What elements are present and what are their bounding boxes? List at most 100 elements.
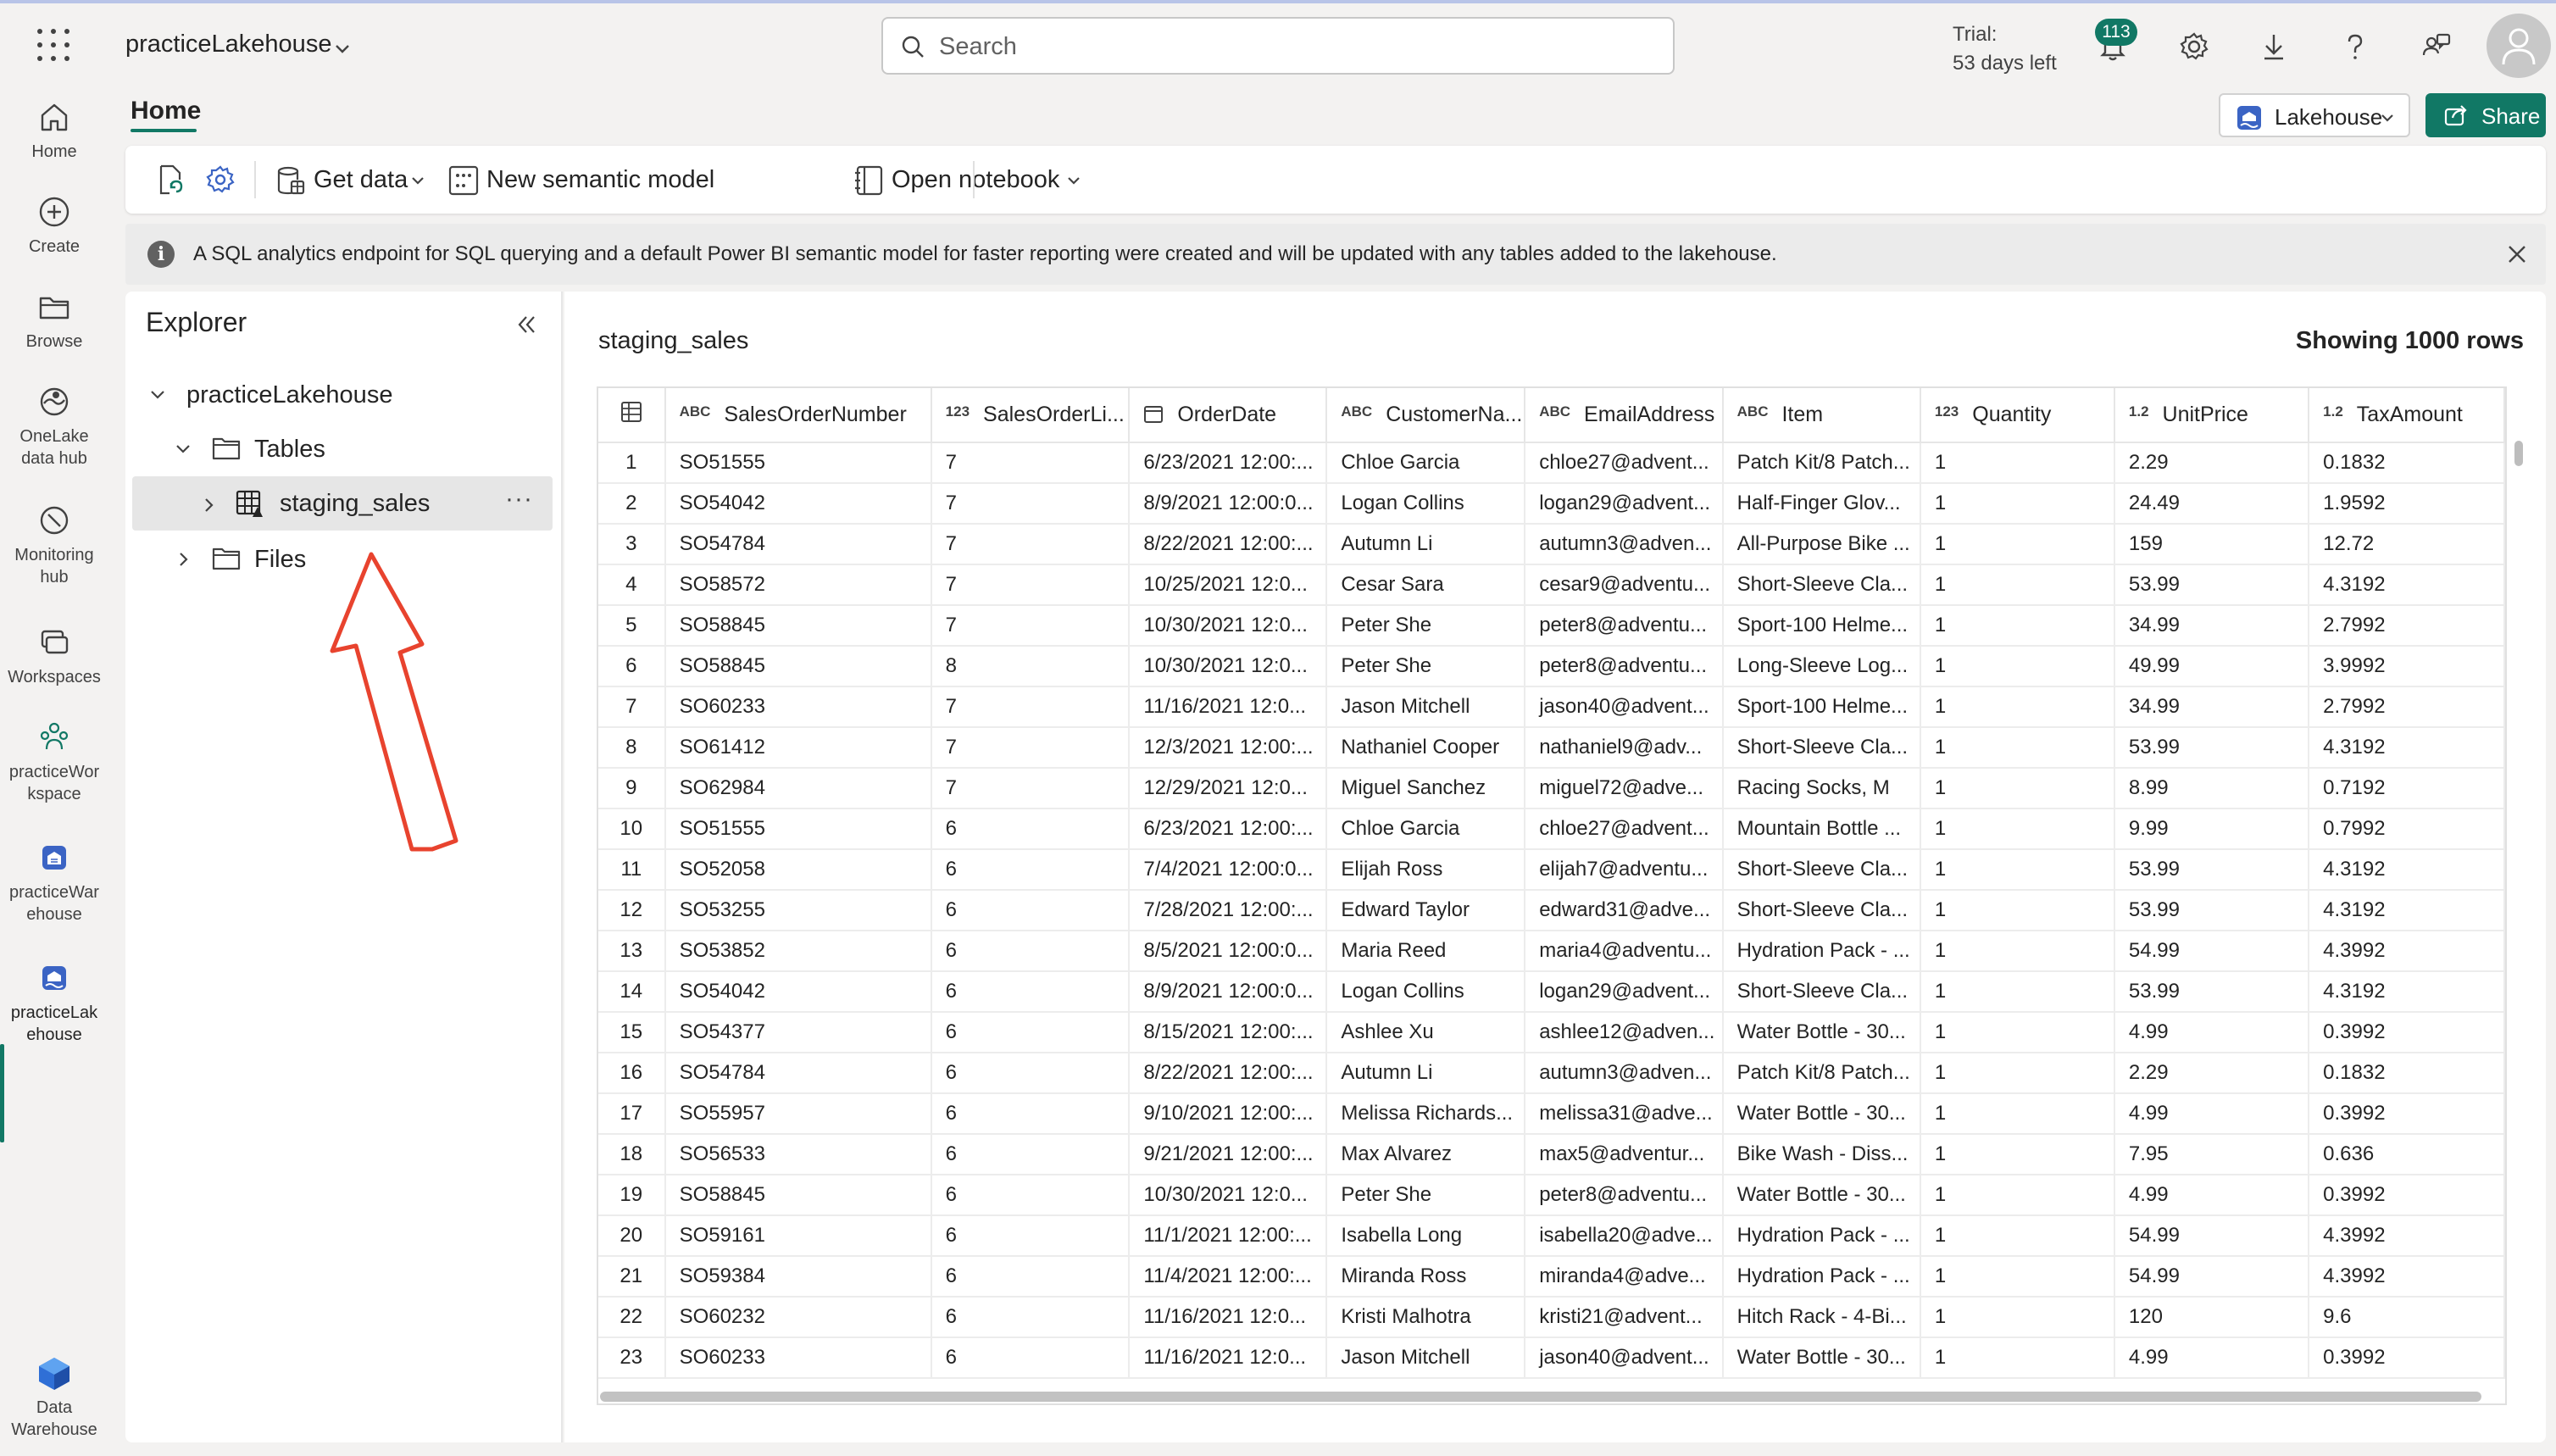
- table-cell[interactable]: 9/10/2021 12:00:...: [1129, 1093, 1328, 1135]
- table-cell[interactable]: Ashlee Xu: [1326, 1012, 1526, 1053]
- row-index[interactable]: 21: [598, 1256, 666, 1298]
- table-cell[interactable]: 8: [931, 646, 1131, 687]
- table-cell[interactable]: 10/30/2021 12:0...: [1129, 605, 1328, 647]
- table-cell[interactable]: 6: [931, 1012, 1131, 1053]
- table-cell[interactable]: Short-Sleeve Cla...: [1722, 890, 1921, 931]
- table-cell[interactable]: peter8@adventu...: [1525, 646, 1724, 687]
- table-cell[interactable]: 1: [1920, 524, 2115, 565]
- table-cell[interactable]: 1: [1920, 1175, 2115, 1216]
- table-cell[interactable]: Water Bottle - 30...: [1722, 1337, 1921, 1379]
- table-cell[interactable]: Hydration Pack - ...: [1722, 1215, 1921, 1257]
- table-cell[interactable]: Patch Kit/8 Patch...: [1722, 442, 1921, 484]
- table-cell[interactable]: 8/5/2021 12:00:0...: [1129, 931, 1328, 972]
- table-cell[interactable]: miranda4@adve...: [1525, 1256, 1724, 1298]
- get-data-button[interactable]: Get data: [275, 163, 429, 197]
- column-header[interactable]: ABC Item: [1722, 388, 1921, 443]
- table-cell[interactable]: 10/30/2021 12:0...: [1129, 646, 1328, 687]
- row-index[interactable]: 18: [598, 1134, 666, 1175]
- table-cell[interactable]: 1: [1920, 1134, 2115, 1175]
- table-cell[interactable]: SO62984: [664, 768, 932, 809]
- row-index[interactable]: 3: [598, 524, 666, 565]
- table-cell[interactable]: 53.99: [2114, 727, 2310, 769]
- horizontal-scrollbar[interactable]: [600, 1387, 2481, 1403]
- table-cell[interactable]: 6: [931, 849, 1131, 891]
- table-cell[interactable]: SO58845: [664, 646, 932, 687]
- table-cell[interactable]: 1: [1920, 1093, 2115, 1135]
- table-cell[interactable]: 6: [931, 1134, 1131, 1175]
- table-cell[interactable]: 53.99: [2114, 890, 2310, 931]
- table-cell[interactable]: 1: [1920, 849, 2115, 891]
- close-icon[interactable]: [2505, 242, 2529, 266]
- chevron-right-icon[interactable]: [173, 549, 193, 570]
- row-index[interactable]: 6: [598, 646, 666, 687]
- table-cell[interactable]: Long-Sleeve Log...: [1722, 646, 1921, 687]
- table-cell[interactable]: 4.99: [2114, 1093, 2310, 1135]
- table-cell[interactable]: 7: [931, 605, 1131, 647]
- chevron-down-icon[interactable]: [147, 385, 168, 405]
- row-index[interactable]: 9: [598, 768, 666, 809]
- table-cell[interactable]: 11/4/2021 12:00:...: [1129, 1256, 1328, 1298]
- table-cell[interactable]: SO60233: [664, 686, 932, 728]
- table-cell[interactable]: Nathaniel Cooper: [1326, 727, 1526, 769]
- table-cell[interactable]: 6: [931, 1093, 1131, 1135]
- table-row[interactable]: 9 SO62984 7 12/29/2021 12:0... Miguel Sanche…: [598, 768, 2505, 809]
- table-cell[interactable]: 4.3192: [2309, 564, 2505, 606]
- table-cell[interactable]: SO54784: [664, 1053, 932, 1094]
- table-cell[interactable]: Autumn Li: [1326, 524, 1526, 565]
- table-cell[interactable]: Peter She: [1326, 605, 1526, 647]
- table-cell[interactable]: All-Purpose Bike ...: [1722, 524, 1921, 565]
- table-cell[interactable]: Hitch Rack - 4-Bi...: [1722, 1297, 1921, 1338]
- download-icon[interactable]: [2254, 27, 2293, 66]
- table-cell[interactable]: 7: [931, 564, 1131, 606]
- table-cell[interactable]: Miranda Ross: [1326, 1256, 1526, 1298]
- table-cell[interactable]: 8/9/2021 12:00:0...: [1129, 971, 1328, 1013]
- table-row[interactable]: 20 SO59161 6 11/1/2021 12:00:... Isabella Lo…: [598, 1215, 2505, 1257]
- column-header[interactable]: 123 Quantity: [1920, 388, 2115, 443]
- table-cell[interactable]: 11/16/2021 12:0...: [1129, 686, 1328, 728]
- row-index[interactable]: 23: [598, 1337, 666, 1379]
- table-cell[interactable]: 1: [1920, 564, 2115, 606]
- table-cell[interactable]: cesar9@adventu...: [1525, 564, 1724, 606]
- table-cell[interactable]: 6: [931, 1297, 1131, 1338]
- table-cell[interactable]: Chloe Garcia: [1326, 442, 1526, 484]
- table-cell[interactable]: SO60232: [664, 1297, 932, 1338]
- table-cell[interactable]: chloe27@advent...: [1525, 442, 1724, 484]
- table-cell[interactable]: 8/15/2021 12:00:...: [1129, 1012, 1328, 1053]
- table-cell[interactable]: 1: [1920, 931, 2115, 972]
- table-cell[interactable]: Half-Finger Glov...: [1722, 483, 1921, 525]
- table-cell[interactable]: 4.3992: [2309, 1256, 2505, 1298]
- table-cell[interactable]: 4.3192: [2309, 971, 2505, 1013]
- table-row[interactable]: 19 SO58845 6 10/30/2021 12:0... Peter She pet…: [598, 1175, 2505, 1216]
- table-cell[interactable]: 54.99: [2114, 931, 2310, 972]
- nav-data-warehouse[interactable]: Data Warehouse: [0, 1354, 108, 1441]
- settings-gear-icon[interactable]: [203, 163, 237, 197]
- table-cell[interactable]: 7: [931, 768, 1131, 809]
- table-cell[interactable]: SO58572: [664, 564, 932, 606]
- column-header[interactable]: 1.2 UnitPrice: [2114, 388, 2310, 443]
- table-row[interactable]: 7 SO60233 7 11/16/2021 12:0... Jason Mitchel…: [598, 686, 2505, 728]
- table-cell[interactable]: 6: [931, 1215, 1131, 1257]
- table-cell[interactable]: 9.99: [2114, 809, 2310, 850]
- table-row[interactable]: 16 SO54784 6 8/22/2021 12:00:... Autumn Li au…: [598, 1053, 2505, 1094]
- table-cell[interactable]: Water Bottle - 30...: [1722, 1093, 1921, 1135]
- row-index[interactable]: 7: [598, 686, 666, 728]
- help-icon[interactable]: [2336, 27, 2375, 66]
- table-cell[interactable]: 1: [1920, 1256, 2115, 1298]
- table-cell[interactable]: 1: [1920, 1215, 2115, 1257]
- table-cell[interactable]: 7.95: [2114, 1134, 2310, 1175]
- table-cell[interactable]: SO51555: [664, 809, 932, 850]
- column-header[interactable]: OrderDate: [1129, 388, 1328, 443]
- table-cell[interactable]: 8.99: [2114, 768, 2310, 809]
- table-row[interactable]: 23 SO60233 6 11/16/2021 12:0... Jason Mitche…: [598, 1337, 2505, 1379]
- table-cell[interactable]: 7: [931, 483, 1131, 525]
- chevron-down-icon[interactable]: [173, 439, 193, 459]
- table-cell[interactable]: Bike Wash - Diss...: [1722, 1134, 1921, 1175]
- workspace-name[interactable]: practiceLakehouse: [125, 31, 331, 58]
- table-cell[interactable]: 0.3992: [2309, 1012, 2505, 1053]
- table-cell[interactable]: Sport-100 Helme...: [1722, 605, 1921, 647]
- nav-monitoring-hub[interactable]: Monitoring hub: [0, 502, 108, 588]
- table-cell[interactable]: 1: [1920, 1012, 2115, 1053]
- table-cell[interactable]: 24.49: [2114, 483, 2310, 525]
- nav-workspaces[interactable]: Workspaces: [0, 624, 108, 688]
- table-cell[interactable]: SO54042: [664, 971, 932, 1013]
